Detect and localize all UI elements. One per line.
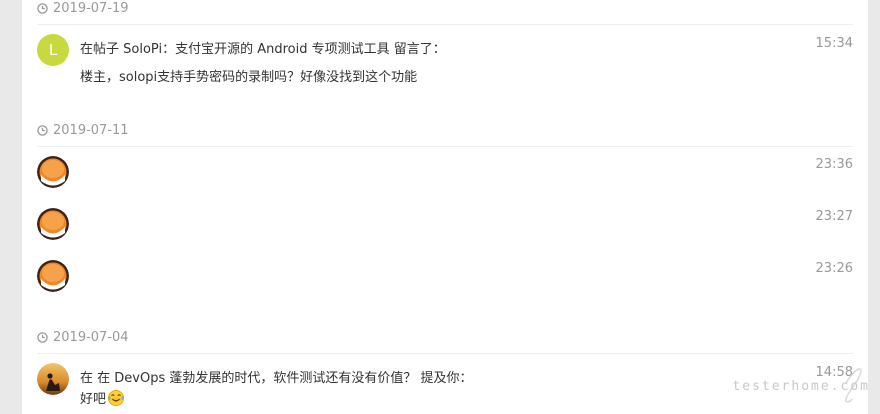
date-header: 2019-07-19 — [37, 1, 129, 16]
notification-action-text[interactable]: 在帖子 SoloPi：支付宝开源的 Android 专项测试工具 留言了： — [80, 38, 446, 57]
date-label: 2019-07-04 — [53, 330, 129, 345]
tears-of-joy-emoji — [108, 389, 125, 407]
orange-avatar[interactable] — [37, 208, 69, 240]
notification-time: 23:27 — [815, 209, 853, 224]
divider — [37, 353, 853, 354]
date-label: 2019-07-19 — [53, 1, 129, 16]
orange-avatar[interactable] — [37, 260, 69, 292]
notification-content-text: 好吧 — [80, 392, 107, 407]
avatar[interactable]: L — [37, 34, 69, 66]
notification-time: 15:34 — [815, 36, 853, 51]
date-header: 2019-07-04 — [37, 330, 129, 345]
notification-content: 楼主，solopi支持手势密码的录制吗？好像没找到这个功能 — [80, 70, 418, 85]
notification-panel: 2019-07-19 L 在帖子 SoloPi：支付宝开源的 Android 专… — [22, 0, 868, 414]
notification-time: 23:36 — [815, 157, 853, 172]
notification-action-text[interactable]: 在 在 DevOps 蓬勃发展的时代，软件测试还有没有价值？ 提及你： — [80, 367, 473, 386]
divider — [37, 146, 853, 147]
clock-icon — [37, 125, 48, 136]
date-label: 2019-07-11 — [53, 123, 129, 138]
clock-icon — [37, 332, 48, 343]
orange-avatar[interactable] — [37, 156, 69, 188]
divider — [37, 24, 853, 25]
date-header: 2019-07-11 — [37, 123, 129, 138]
watermark-text: testerhome.com — [732, 379, 870, 394]
photo-avatar[interactable] — [37, 363, 69, 395]
notification-content: 好吧 — [80, 388, 125, 407]
clock-icon — [37, 3, 48, 14]
notification-time: 23:26 — [815, 261, 853, 276]
